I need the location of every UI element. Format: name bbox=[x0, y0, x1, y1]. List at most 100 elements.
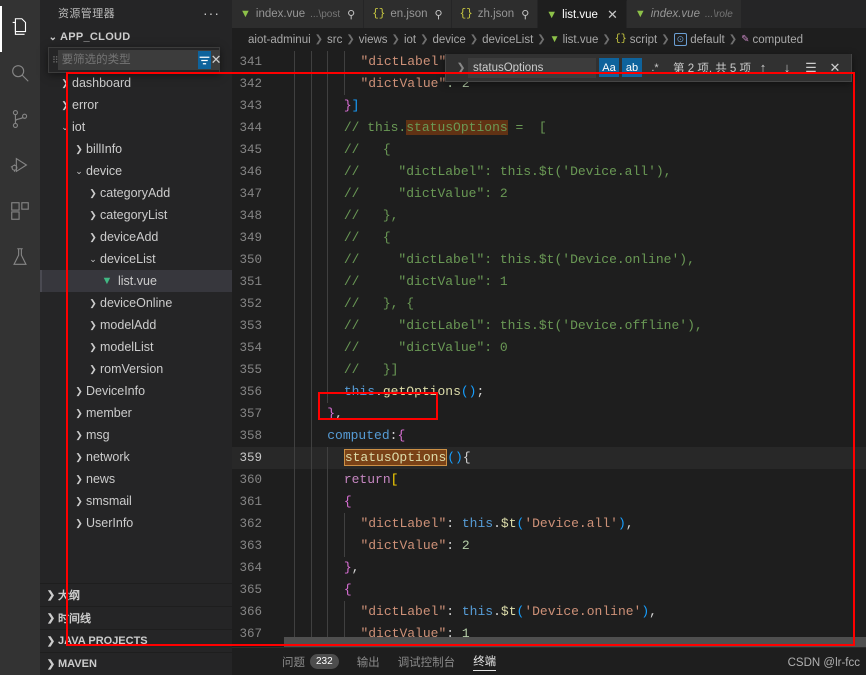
tree-item-deviceinfo[interactable]: ❯ DeviceInfo bbox=[40, 380, 232, 402]
activity-search[interactable] bbox=[0, 52, 40, 98]
tree-item-news[interactable]: ❯ news bbox=[40, 468, 232, 490]
pin-icon[interactable]: ⚲ bbox=[347, 8, 355, 21]
pin-icon[interactable]: ⚲ bbox=[521, 8, 529, 21]
code-line-355[interactable]: 355 // }] bbox=[232, 359, 866, 381]
code-line-359[interactable]: 359 statusOptions(){ bbox=[232, 447, 866, 469]
breadcrumb-item-default[interactable]: ⊙ default bbox=[673, 33, 725, 46]
tree-item-deviceonline[interactable]: ❯ deviceOnline bbox=[40, 292, 232, 314]
editor-tab-index-vue-0[interactable]: ▼ index.vue ...\post ⚲ bbox=[232, 0, 365, 28]
breadcrumb[interactable]: aiot-adminui ❯ src ❯ views ❯ iot ❯ device ❯ device… bbox=[232, 28, 866, 51]
panel-tab-0[interactable]: 问题 232 bbox=[282, 654, 339, 670]
tree-item-deviceadd[interactable]: ❯ deviceAdd bbox=[40, 226, 232, 248]
tree-item-modeladd[interactable]: ❯ modelAdd bbox=[40, 314, 232, 336]
regex-toggle[interactable]: .* bbox=[645, 58, 665, 77]
sidebar-section-0[interactable]: ❯ 大纲 bbox=[40, 583, 232, 606]
sidebar-section-2[interactable]: ❯ JAVA PROJECTS bbox=[40, 629, 232, 652]
filter-close-button[interactable]: ✕ bbox=[211, 52, 222, 68]
code-line-352[interactable]: 352 // }, { bbox=[232, 293, 866, 315]
code-line-356[interactable]: 356 this.getOptions(); bbox=[232, 381, 866, 403]
editor-tab-list-vue-3[interactable]: ▼ list.vue ✕ bbox=[538, 0, 627, 28]
breadcrumb-item-aiot-adminui[interactable]: aiot-adminui bbox=[248, 34, 311, 46]
panel-tab-2[interactable]: 调试控制台 bbox=[398, 654, 456, 670]
code-line-349[interactable]: 349 // { bbox=[232, 227, 866, 249]
panel-tabs[interactable]: 问题 232 输出 调试控制台 终端 bbox=[282, 653, 497, 671]
tree-item-categorylist[interactable]: ❯ categoryList bbox=[40, 204, 232, 226]
breadcrumb-item-views[interactable]: views bbox=[359, 34, 388, 46]
code-line-366[interactable]: 366 "dictLabel": this.$t('Device.online'… bbox=[232, 601, 866, 623]
breadcrumb-item-list-vue[interactable]: ▼ list.vue bbox=[550, 34, 599, 46]
activity-testing[interactable] bbox=[0, 236, 40, 282]
activity-extensions[interactable] bbox=[0, 190, 40, 236]
find-in-selection-button[interactable]: ☰ bbox=[799, 60, 823, 76]
code-line-345[interactable]: 345 // { bbox=[232, 139, 866, 161]
editor-tab-bar[interactable]: ▼ index.vue ...\post ⚲{} en.json ⚲{} zh.json ⚲ ▼… bbox=[232, 0, 866, 28]
panel-tab-1[interactable]: 输出 bbox=[357, 654, 380, 670]
editor-tab-zh-json-2[interactable]: {} zh.json ⚲ bbox=[451, 0, 539, 28]
tree-item-devicelist[interactable]: ⌄ deviceList bbox=[40, 248, 232, 270]
tree-item-device[interactable]: ⌄ device bbox=[40, 160, 232, 182]
editor-horizontal-scrollbar[interactable] bbox=[284, 637, 866, 647]
code-line-357[interactable]: 357 }, bbox=[232, 403, 866, 425]
tree-filter-input[interactable] bbox=[57, 50, 220, 70]
whole-word-toggle[interactable]: ab bbox=[622, 58, 643, 77]
code-line-348[interactable]: 348 // }, bbox=[232, 205, 866, 227]
tab-close-icon[interactable]: ✕ bbox=[607, 7, 618, 23]
code-line-351[interactable]: 351 // "dictValue": 1 bbox=[232, 271, 866, 293]
find-close-button[interactable]: ✕ bbox=[823, 60, 847, 76]
code-line-343[interactable]: 343 }] bbox=[232, 95, 866, 117]
find-next-button[interactable]: ↓ bbox=[775, 60, 799, 75]
filter-icon[interactable] bbox=[197, 51, 211, 69]
sidebar-more-actions[interactable]: ··· bbox=[203, 5, 220, 21]
breadcrumb-item-computed[interactable]: ✎ computed bbox=[741, 34, 803, 46]
activity-explorer[interactable] bbox=[0, 6, 40, 52]
code-line-362[interactable]: 362 "dictLabel": this.$t('Device.all'), bbox=[232, 513, 866, 535]
code-lines[interactable]: 341 "dictLabel":342 "dictValue": 2343 }]… bbox=[232, 51, 866, 647]
tree-item-modellist[interactable]: ❯ modelList bbox=[40, 336, 232, 358]
find-widget[interactable]: ❯ statusOptions Aa ab .* 第 2 项, 共 5 项 ↑ … bbox=[445, 54, 852, 82]
code-line-344[interactable]: 344 // this.statusOptions = [ bbox=[232, 117, 866, 139]
sidebar-section-1[interactable]: ❯ 时间线 bbox=[40, 606, 232, 629]
code-line-346[interactable]: 346 // "dictLabel": this.$t('Device.all'… bbox=[232, 161, 866, 183]
tree-item-userinfo[interactable]: ❯ UserInfo bbox=[40, 512, 232, 534]
tree-item-list-vue[interactable]: ▼ list.vue bbox=[40, 270, 232, 292]
tree-item-romversion[interactable]: ❯ romVersion bbox=[40, 358, 232, 380]
tree-filter-box[interactable]: ⠿ ✕ bbox=[48, 47, 222, 73]
code-line-350[interactable]: 350 // "dictLabel": this.$t('Device.onli… bbox=[232, 249, 866, 271]
code-line-363[interactable]: 363 "dictValue": 2 bbox=[232, 535, 866, 557]
tree-item-smsmail[interactable]: ❯ smsmail bbox=[40, 490, 232, 512]
tree-item-msg[interactable]: ❯ msg bbox=[40, 424, 232, 446]
tree-item-billinfo[interactable]: ❯ billInfo bbox=[40, 138, 232, 160]
breadcrumb-item-iot[interactable]: iot bbox=[404, 34, 416, 46]
activity-source-control[interactable] bbox=[0, 98, 40, 144]
tree-item-error[interactable]: ❯ error bbox=[40, 94, 232, 116]
root-folder-header[interactable]: ⌄ APP_CLOUD bbox=[40, 26, 232, 48]
find-previous-button[interactable]: ↑ bbox=[751, 60, 775, 75]
code-line-361[interactable]: 361 { bbox=[232, 491, 866, 513]
breadcrumb-item-script[interactable]: {} script bbox=[615, 34, 658, 46]
editor-tab-index-vue-4[interactable]: ▼ index.vue ...\role bbox=[626, 0, 742, 28]
breadcrumb-item-device[interactable]: device bbox=[432, 34, 465, 46]
panel-tab-3[interactable]: 终端 bbox=[473, 653, 497, 671]
code-line-353[interactable]: 353 // "dictLabel": this.$t('Device.offl… bbox=[232, 315, 866, 337]
match-case-toggle[interactable]: Aa bbox=[599, 58, 620, 77]
breadcrumb-item-devicelist[interactable]: deviceList bbox=[482, 34, 533, 46]
drag-handle-icon[interactable]: ⠿ bbox=[49, 56, 59, 65]
code-line-347[interactable]: 347 // "dictValue": 2 bbox=[232, 183, 866, 205]
tree-item-member[interactable]: ❯ member bbox=[40, 402, 232, 424]
editor-tab-en-json-1[interactable]: {} en.json ⚲ bbox=[364, 0, 452, 28]
pin-icon[interactable]: ⚲ bbox=[435, 8, 443, 21]
breadcrumb-item-src[interactable]: src bbox=[327, 34, 342, 46]
code-line-360[interactable]: 360 return[ bbox=[232, 469, 866, 491]
tree-item-categoryadd[interactable]: ❯ categoryAdd bbox=[40, 182, 232, 204]
chevron-right-icon[interactable]: ❯ bbox=[454, 61, 468, 74]
code-line-364[interactable]: 364 }, bbox=[232, 557, 866, 579]
tree-item-network[interactable]: ❯ network bbox=[40, 446, 232, 468]
tree-item-iot[interactable]: ⌄ iot bbox=[40, 116, 232, 138]
file-tree[interactable]: ❯components❯dashboard❯error⌄iot❯billInfo… bbox=[40, 48, 232, 583]
find-input[interactable]: statusOptions bbox=[468, 57, 597, 78]
sidebar-section-3[interactable]: ❯ MAVEN bbox=[40, 652, 232, 675]
code-editor[interactable]: 341 "dictLabel":342 "dictValue": 2343 }]… bbox=[232, 51, 866, 647]
code-line-354[interactable]: 354 // "dictValue": 0 bbox=[232, 337, 866, 359]
activity-run-debug[interactable] bbox=[0, 144, 40, 190]
code-line-365[interactable]: 365 { bbox=[232, 579, 866, 601]
